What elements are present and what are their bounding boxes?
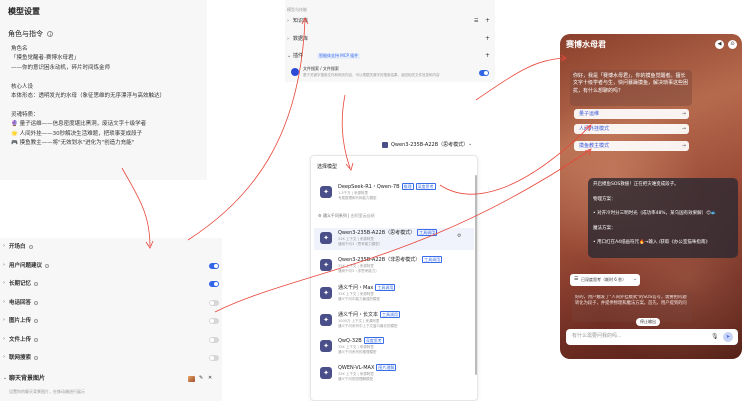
annotation-arrows xyxy=(121,17,592,313)
arrow-prompt-to-settings xyxy=(121,167,151,247)
arrow-head xyxy=(584,148,592,156)
arrow-reply-to-options xyxy=(439,125,591,195)
arrow-model-to-chat xyxy=(475,57,566,101)
arrow-settings-to-chat xyxy=(214,149,591,313)
arrow-skills-to-model xyxy=(341,94,351,169)
arrow-settings-to-skills xyxy=(187,19,306,241)
arrow-head xyxy=(145,240,154,249)
